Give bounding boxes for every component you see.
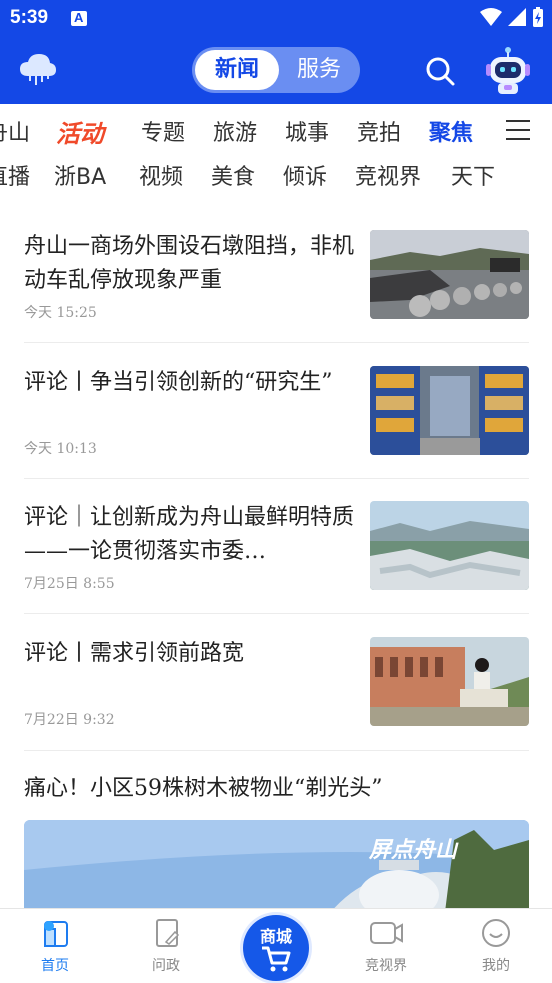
news-thumbnail [370, 230, 529, 319]
news-item[interactable]: 评论丨争当引领创新的“研究生” 今天 10:13 [24, 366, 529, 466]
tab-auction[interactable]: 竞拍 [357, 112, 401, 156]
divider [24, 342, 529, 343]
feature-watermark: 屏点舟山 [369, 838, 458, 863]
news-service-switch[interactable]: 新闻 服务 [192, 47, 360, 93]
profile-smile-icon [482, 919, 510, 947]
divider [24, 613, 529, 614]
tab-video[interactable]: 视频 [139, 156, 183, 200]
system-icons [480, 6, 544, 28]
signal-icon [508, 8, 526, 26]
nav-politics-label: 问政 [152, 958, 180, 974]
tab-live[interactable]: 直播 [0, 156, 30, 200]
ai-assistant-robot-icon[interactable] [484, 46, 532, 96]
news-time: 7月22日 9:32 [24, 712, 115, 728]
news-item[interactable]: 评论丨需求引领前路宽 7月22日 9:32 [24, 637, 529, 737]
news-time: 今天 15:25 [24, 305, 97, 321]
news-item[interactable]: 舟山一商场外围设石墩阻挡，非机动车乱停放现象严重 今天 15:25 [24, 230, 529, 330]
feature-title[interactable]: 痛心！小区59株树木被物业“剃光头” [24, 770, 383, 802]
tab-focus[interactable]: 聚焦 [429, 112, 473, 156]
wifi-icon [480, 8, 502, 26]
notification-app-icon [71, 10, 87, 26]
news-thumbnail [370, 637, 529, 726]
nav-shop-button[interactable]: 商城 [243, 915, 309, 981]
edit-doc-icon [156, 919, 180, 947]
nav-mine[interactable]: 我的 [456, 917, 536, 975]
news-thumbnail [370, 366, 529, 455]
nav-home[interactable]: 首页 [15, 917, 95, 975]
tab-travel[interactable]: 旅游 [213, 112, 257, 156]
nav-mine-label: 我的 [482, 958, 510, 974]
nav-politics[interactable]: 问政 [126, 917, 206, 975]
tab-world[interactable]: 天下 [451, 156, 495, 200]
tab-topics[interactable]: 专题 [141, 112, 185, 156]
news-title: 评论｜让创新成为舟山最鲜明特质——一论贯彻落实市委… [24, 505, 355, 564]
tab-confide[interactable]: 倾诉 [283, 156, 327, 200]
tab-activity[interactable]: 活动 [56, 112, 104, 156]
home-icon [44, 921, 68, 947]
nav-video[interactable]: 竞视界 [346, 917, 426, 975]
video-camera-icon [370, 922, 403, 944]
tab-jingshijie[interactable]: 竞视界 [355, 156, 421, 200]
status-time: 5:39 [10, 7, 49, 28]
weather-cloud-icon[interactable] [18, 52, 58, 88]
segment-service[interactable]: 服务 [282, 50, 356, 90]
channel-tabs: 舟山 活动 专题 旅游 城事 竞拍 聚焦 直播 浙BA 视频 美食 倾诉 竞视界… [0, 104, 552, 208]
nav-shop-label: 商城 [259, 927, 292, 946]
news-item[interactable]: 评论｜让创新成为舟山最鲜明特质——一论贯彻落实市委… 7月25日 8:55 [24, 501, 529, 601]
news-title: 舟山一商场外围设石墩阻挡，非机动车乱停放现象严重 [24, 234, 355, 293]
news-title: 评论丨需求引领前路宽 [24, 641, 245, 666]
nav-video-label: 竞视界 [365, 958, 407, 974]
tab-zheba[interactable]: 浙BA [54, 156, 106, 200]
tab-food[interactable]: 美食 [211, 156, 255, 200]
news-feed: 舟山一商场外围设石墩阻挡，非机动车乱停放现象严重 今天 15:25 评论丨争当引… [0, 208, 552, 908]
news-time: 7月25日 8:55 [24, 576, 115, 592]
feature-image[interactable]: 屏点舟山 [24, 820, 529, 908]
shopping-cart-icon [262, 946, 291, 972]
nav-home-label: 首页 [41, 958, 69, 974]
divider [24, 478, 529, 479]
channel-row-2: 直播 浙BA 视频 美食 倾诉 竞视界 天下 [0, 156, 552, 200]
status-bar: 5:39 [0, 0, 552, 38]
tab-city[interactable]: 城事 [285, 112, 329, 156]
news-time: 今天 10:13 [24, 441, 97, 457]
tab-zhoushan[interactable]: 舟山 [0, 112, 30, 156]
channel-menu-icon[interactable] [506, 120, 530, 142]
segment-news[interactable]: 新闻 [195, 50, 279, 90]
news-title: 评论丨争当引领创新的“研究生” [24, 370, 333, 395]
top-header: 新闻 服务 [0, 38, 552, 104]
search-icon[interactable] [424, 55, 456, 87]
news-thumbnail [370, 501, 529, 590]
battery-icon [533, 7, 543, 27]
channel-row-1: 舟山 活动 专题 旅游 城事 竞拍 聚焦 [0, 112, 552, 156]
divider [24, 750, 529, 751]
